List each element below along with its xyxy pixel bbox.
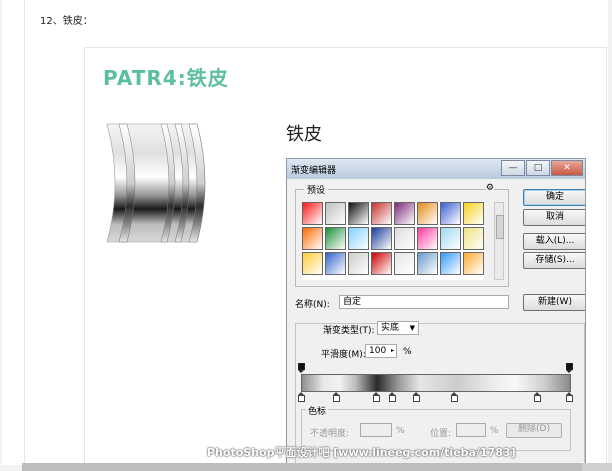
horizontal-scrollbar[interactable] bbox=[22, 463, 612, 471]
preset-swatch[interactable] bbox=[463, 202, 484, 225]
preset-swatch[interactable] bbox=[302, 202, 323, 225]
chevron-down-icon: ▼ bbox=[409, 324, 415, 332]
gradient-type-value: 实底 bbox=[381, 323, 400, 333]
preset-swatch[interactable] bbox=[325, 252, 346, 275]
smoothness-unit: % bbox=[403, 347, 412, 357]
gradient-type-select[interactable]: 实底 ▼ bbox=[377, 321, 419, 335]
preset-swatch[interactable] bbox=[394, 202, 415, 225]
document-page: 12、铁皮： PATR4:铁皮 铁皮 渐变编辑器 — □ ✕ 预设 ⚙ 确定 取… bbox=[2, 0, 608, 466]
name-input[interactable]: 自定 bbox=[339, 295, 509, 309]
color-stop[interactable] bbox=[373, 392, 381, 402]
metal-cylinder-illustration bbox=[106, 123, 206, 243]
dialog-title: 渐变编辑器 bbox=[291, 166, 337, 176]
preset-swatch[interactable] bbox=[302, 227, 323, 250]
new-button[interactable]: 新建(W) bbox=[523, 294, 585, 311]
opacity-stop[interactable] bbox=[566, 363, 573, 373]
watermark: PhotoShop平面设计吧 [www.lineeg.com/tieba/178… bbox=[207, 446, 516, 459]
presets-label: 预设 bbox=[304, 183, 329, 196]
gradient-editor-dialog: 渐变编辑器 — □ ✕ 预设 ⚙ 确定 取消 载入(L)... 存储(S)...… bbox=[286, 158, 586, 466]
opacity-input[interactable] bbox=[360, 423, 392, 437]
ok-button[interactable]: 确定 bbox=[523, 189, 585, 206]
load-button[interactable]: 载入(L)... bbox=[523, 233, 585, 250]
gradient-type-label: 渐变类型(T): bbox=[323, 326, 375, 336]
minimize-button[interactable]: — bbox=[501, 160, 525, 176]
preset-swatch[interactable] bbox=[325, 227, 346, 250]
color-stop[interactable] bbox=[389, 392, 397, 402]
preset-swatch[interactable] bbox=[371, 252, 392, 275]
color-stop[interactable] bbox=[450, 392, 458, 402]
preset-swatch[interactable] bbox=[417, 202, 438, 225]
preset-swatch[interactable] bbox=[463, 252, 484, 275]
preset-swatch[interactable] bbox=[348, 252, 369, 275]
smoothness-input[interactable]: 100 ▸ bbox=[365, 344, 397, 358]
location-unit: % bbox=[490, 426, 499, 436]
presets-scrollbar[interactable] bbox=[494, 202, 504, 280]
preset-swatch[interactable] bbox=[394, 227, 415, 250]
preset-swatch[interactable] bbox=[325, 202, 346, 225]
gradient-heading: 铁皮 bbox=[286, 124, 322, 145]
color-stop[interactable] bbox=[533, 392, 541, 402]
close-button[interactable]: ✕ bbox=[551, 160, 583, 176]
dialog-titlebar[interactable]: 渐变编辑器 — □ ✕ bbox=[287, 159, 585, 179]
smoothness-label: 平滑度(M): bbox=[321, 350, 366, 360]
preset-swatch[interactable] bbox=[463, 227, 484, 250]
maximize-button[interactable]: □ bbox=[526, 160, 550, 176]
preset-swatch[interactable] bbox=[371, 202, 392, 225]
slide-image: PATR4:铁皮 铁皮 渐变编辑器 — □ ✕ 预设 ⚙ 确定 取消 载入(L)… bbox=[84, 47, 607, 466]
save-button[interactable]: 存储(S)... bbox=[523, 252, 585, 269]
preset-swatch[interactable] bbox=[440, 202, 461, 225]
location-input[interactable] bbox=[456, 423, 486, 437]
chevron-right-icon[interactable]: ▸ bbox=[391, 345, 394, 357]
color-stops-label: 色标 bbox=[306, 404, 329, 417]
opacity-label: 不透明度: bbox=[310, 429, 350, 439]
preset-swatch[interactable] bbox=[348, 227, 369, 250]
preset-swatch[interactable] bbox=[417, 227, 438, 250]
slide-title: PATR4:铁皮 bbox=[103, 66, 229, 90]
opacity-unit: % bbox=[396, 426, 405, 436]
presets-scroll-thumb[interactable] bbox=[496, 215, 504, 239]
preset-swatch[interactable] bbox=[394, 252, 415, 275]
preset-swatch[interactable] bbox=[440, 227, 461, 250]
preset-swatch[interactable] bbox=[417, 252, 438, 275]
presets-group: 预设 ⚙ bbox=[295, 183, 509, 287]
preset-swatch-grid bbox=[302, 202, 484, 280]
name-label: 名称(N): bbox=[295, 300, 330, 310]
color-stop[interactable] bbox=[332, 392, 340, 402]
location-label: 位置: bbox=[430, 429, 452, 439]
gear-icon[interactable]: ⚙ bbox=[485, 183, 494, 193]
color-stop[interactable] bbox=[298, 392, 305, 402]
preset-swatch[interactable] bbox=[440, 252, 461, 275]
opacity-stop[interactable] bbox=[298, 363, 305, 373]
preset-swatch[interactable] bbox=[348, 202, 369, 225]
gradient-preview-bar[interactable] bbox=[301, 374, 571, 392]
delete-button[interactable]: 删除(D) bbox=[506, 423, 562, 438]
section-caption: 12、铁皮： bbox=[40, 16, 93, 27]
preset-swatch[interactable] bbox=[371, 227, 392, 250]
horizontal-scroll-thumb[interactable] bbox=[22, 463, 582, 471]
smoothness-value: 100 bbox=[369, 346, 387, 356]
cancel-button[interactable]: 取消 bbox=[523, 209, 585, 226]
preset-swatch[interactable] bbox=[302, 252, 323, 275]
color-stop[interactable] bbox=[566, 392, 573, 402]
color-stop[interactable] bbox=[413, 392, 421, 402]
margin-line bbox=[24, 0, 25, 465]
